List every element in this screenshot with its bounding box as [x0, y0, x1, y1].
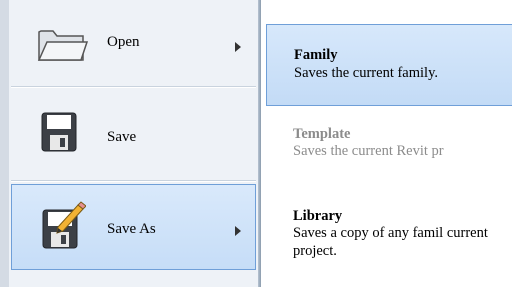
menu-divider [11, 86, 256, 88]
menu-left-strip [0, 0, 9, 287]
menu-item-open[interactable]: Open [11, 10, 256, 76]
submenu-item-family[interactable]: Family Saves the current family. [266, 24, 512, 106]
menu-item-save-as[interactable]: Save As [11, 184, 256, 270]
menu-item-save-as-label: Save As [107, 221, 156, 237]
submenu-arrow-icon [235, 226, 241, 236]
submenu-item-description: Saves a copy of any famil current projec… [293, 225, 488, 259]
submenu-item-description: Saves the current Revit pr [293, 143, 444, 159]
application-menu-left-pane: Open Save Save As [0, 0, 261, 287]
folder-icon [37, 26, 89, 67]
menu-item-open-label: Open [107, 34, 140, 50]
save-as-submenu: Family Saves the current family. Templat… [261, 0, 512, 287]
menu-item-save[interactable]: Save [11, 93, 256, 179]
submenu-item-description: Saves the current family. [294, 65, 439, 81]
menu-divider [11, 180, 256, 182]
menu-item-save-label: Save [107, 129, 137, 145]
submenu-item-template[interactable]: Template Saves the current Revit pr [266, 112, 512, 182]
submenu-item-library[interactable]: Library Saves a copy of any famil curren… [266, 195, 512, 285]
submenu-item-title: Family [294, 47, 338, 63]
submenu-arrow-icon [235, 42, 241, 52]
floppy-disk-pencil-icon [42, 201, 87, 254]
submenu-item-title: Template [293, 126, 351, 142]
submenu-item-title: Library [293, 208, 343, 224]
floppy-disk-icon [41, 112, 77, 157]
